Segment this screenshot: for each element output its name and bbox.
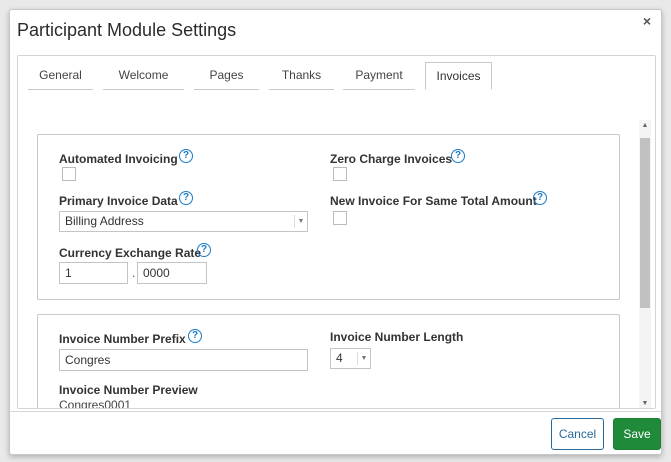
preview-label: Invoice Number Preview — [59, 383, 198, 397]
help-icon[interactable]: ? — [179, 191, 193, 205]
numbering-section: Invoice Number Prefix ? Congres Invoice … — [37, 314, 620, 409]
scroll-thumb[interactable] — [640, 138, 650, 308]
new-invoice-label: New Invoice For Same Total Amount — [330, 194, 537, 208]
new-invoice-checkbox[interactable] — [333, 211, 347, 225]
currency-rate-decimal-input[interactable]: 0000 — [137, 262, 207, 284]
prefix-input[interactable]: Congres — [59, 349, 308, 371]
dialog-title: Participant Module Settings — [17, 20, 237, 40]
automated-invoicing-checkbox[interactable] — [62, 167, 76, 181]
vertical-scrollbar[interactable]: ▲ ▼ — [639, 120, 651, 408]
help-icon[interactable]: ? — [179, 149, 193, 163]
zero-charge-label: Zero Charge Invoices — [330, 152, 453, 166]
tab-payment[interactable]: Payment — [343, 62, 415, 90]
tab-bar: General Welcome Pages Thanks Payment Inv… — [28, 62, 648, 92]
preview-value: Congres0001 — [59, 398, 132, 409]
help-icon[interactable]: ? — [188, 329, 202, 343]
save-button[interactable]: Save — [613, 418, 661, 450]
currency-rate-label: Currency Exchange Rate — [59, 246, 202, 260]
help-icon[interactable]: ? — [197, 243, 211, 257]
primary-invoice-data-value: Billing Address — [65, 214, 144, 228]
decimal-separator: . — [132, 266, 136, 280]
tab-pages[interactable]: Pages — [194, 62, 259, 90]
length-label: Invoice Number Length — [330, 330, 464, 344]
length-select[interactable]: 4 ▼ — [330, 348, 371, 369]
tab-welcome[interactable]: Welcome — [103, 62, 184, 90]
zero-charge-checkbox[interactable] — [333, 167, 347, 181]
prefix-label: Invoice Number Prefix — [59, 332, 186, 346]
primary-invoice-data-label: Primary Invoice Data — [59, 194, 178, 208]
help-icon[interactable]: ? — [533, 191, 547, 205]
tab-general[interactable]: General — [28, 62, 93, 90]
close-icon[interactable]: × — [643, 13, 651, 29]
chevron-down-icon: ▼ — [357, 352, 370, 365]
settings-dialog: Participant Module Settings × General We… — [9, 9, 662, 455]
scroll-up-icon[interactable]: ▲ — [639, 120, 651, 132]
tab-invoices[interactable]: Invoices — [425, 62, 492, 90]
chevron-down-icon: ▼ — [294, 215, 307, 228]
cancel-button[interactable]: Cancel — [551, 418, 604, 450]
primary-invoice-data-select[interactable]: Billing Address ▼ — [59, 211, 308, 232]
help-icon[interactable]: ? — [451, 149, 465, 163]
length-value: 4 — [336, 351, 343, 365]
invoicing-section: Automated Invoicing ? Zero Charge Invoic… — [37, 134, 620, 300]
currency-rate-whole-input[interactable]: 1 — [59, 262, 128, 284]
scroll-down-icon[interactable]: ▼ — [639, 398, 651, 408]
tab-thanks[interactable]: Thanks — [269, 62, 334, 90]
footer-divider — [10, 411, 661, 412]
automated-invoicing-label: Automated Invoicing — [59, 152, 178, 166]
settings-scroll-area[interactable]: Automated Invoicing ? Zero Charge Invoic… — [18, 116, 655, 409]
content-frame: General Welcome Pages Thanks Payment Inv… — [17, 55, 656, 409]
